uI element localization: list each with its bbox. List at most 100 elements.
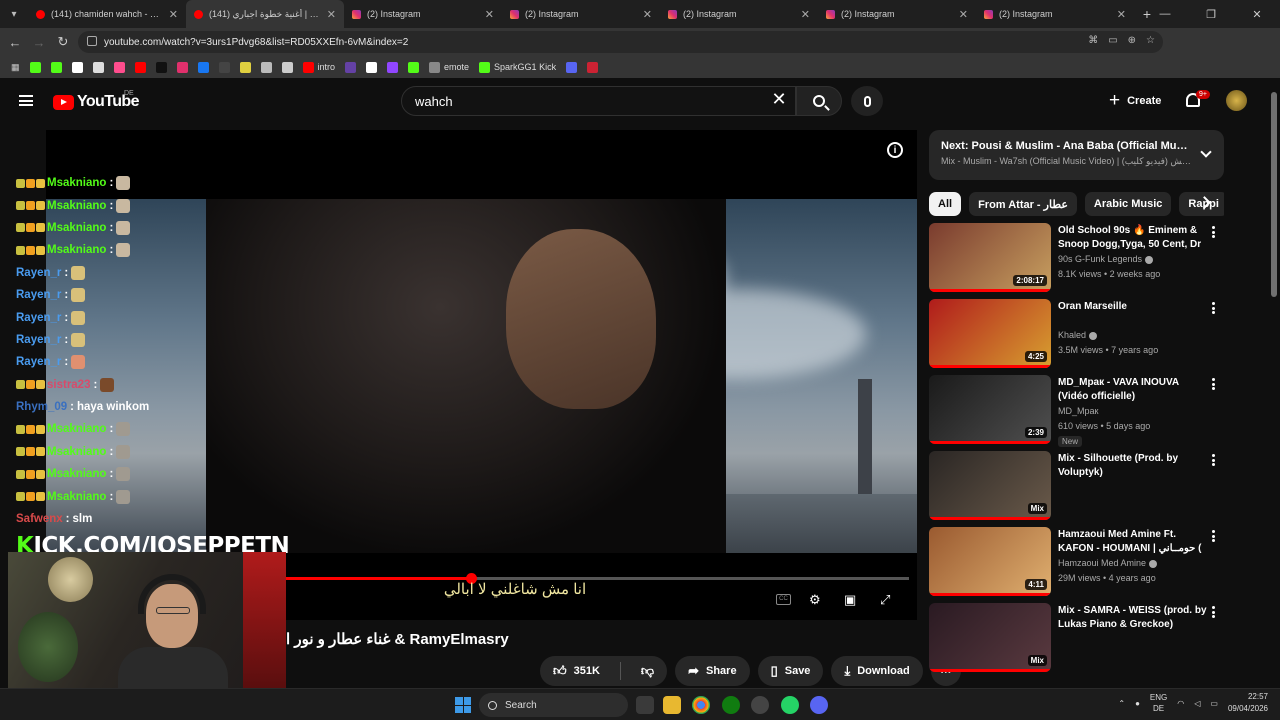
recommended-video[interactable]: 4:11 Hamzaoui Med Amine Ft. KAFON - HOUMA… [929, 526, 1229, 602]
bookmark-item[interactable] [342, 58, 359, 76]
dislike-button[interactable]: 👎︎ [628, 656, 667, 686]
browser-tab[interactable]: (2) Instagram ✕ [344, 0, 502, 28]
bookmark-item[interactable] [69, 58, 86, 76]
closed-captions-icon[interactable]: CC [776, 594, 791, 605]
more-vertical-icon[interactable] [1212, 302, 1215, 314]
channel-name[interactable]: 90s G-Funk Legends [1058, 254, 1208, 264]
zoom-icon[interactable]: ⊕ [1128, 35, 1136, 46]
close-tab-icon[interactable]: ✕ [485, 8, 494, 21]
close-tab-icon[interactable]: ✕ [169, 8, 178, 21]
bookmark-item[interactable] [153, 58, 170, 76]
bookmark-item[interactable]: emote [426, 58, 472, 76]
volume-icon[interactable]: ◁ [1194, 699, 1200, 708]
recommended-video[interactable]: 2:08:17 Old School 90s 🔥 Eminem & Snoop D… [929, 222, 1229, 298]
close-window-button[interactable]: ✕ [1234, 0, 1280, 28]
voice-search-button[interactable] [851, 86, 883, 116]
filter-chip[interactable]: From Attar - عطار [969, 192, 1077, 216]
battery-icon[interactable]: ▭ [1210, 699, 1218, 708]
windows-start-icon[interactable] [455, 697, 471, 713]
chevron-down-icon[interactable] [1200, 146, 1212, 158]
video-title[interactable]: Mix - SAMRA - WEISS (prod. by Lukas Pian… [1058, 604, 1208, 632]
video-title[interactable]: Hamzaoui Med Amine Ft. KAFON - HOUMANI |… [1058, 528, 1208, 557]
bookmark-item[interactable] [258, 58, 275, 76]
browser-tab[interactable]: (141) أغنية خطوة اجباري | gbary ✕ [186, 0, 344, 28]
recommended-video[interactable]: 2:39 MD_Мрак - VAVA INOUVA (Vidéo officie… [929, 374, 1229, 450]
apps-grid-icon[interactable]: ▦ [8, 58, 23, 76]
menu-icon[interactable] [19, 95, 33, 106]
search-button[interactable] [796, 86, 842, 116]
filter-chip[interactable]: Arabic Music [1084, 192, 1172, 216]
site-info-icon[interactable] [87, 36, 97, 46]
video-title[interactable]: Old School 90s 🔥 Eminem & Snoop Dogg,Tyg… [1058, 224, 1208, 253]
bookmark-item[interactable] [48, 58, 65, 76]
forward-button[interactable]: → [27, 35, 51, 50]
bookmark-item[interactable] [384, 58, 401, 76]
settings-gear-icon[interactable]: ⚙ [809, 592, 821, 608]
maximize-button[interactable]: ❐ [1188, 0, 1234, 28]
chrome-icon[interactable] [692, 696, 710, 714]
video-title[interactable]: MD_Мрак - VAVA INOUVA (Vidéo officielle) [1058, 376, 1208, 404]
browser-tab[interactable]: (2) Instagram ✕ [660, 0, 818, 28]
bookmark-item[interactable] [195, 58, 212, 76]
video-title[interactable]: Oran Marseille [1058, 300, 1208, 314]
more-vertical-icon[interactable] [1212, 226, 1215, 238]
miniplayer-icon[interactable]: ▣ [844, 592, 856, 608]
bookmark-item[interactable] [216, 58, 233, 76]
video-title[interactable]: Mix - Silhouette (Prod. by Voluptyk) [1058, 452, 1208, 480]
bookmark-item[interactable] [363, 58, 380, 76]
browser-tab[interactable]: (141) chamiden wahch - YouTube ✕ [28, 0, 186, 28]
back-button[interactable]: ← [3, 35, 27, 50]
task-view-icon[interactable] [636, 696, 654, 714]
bookmark-item[interactable] [132, 58, 149, 76]
filter-chip[interactable]: All [929, 192, 962, 216]
bookmark-item[interactable] [237, 58, 254, 76]
browser-tab[interactable]: (2) Instagram ✕ [818, 0, 976, 28]
video-thumbnail[interactable]: Mix [929, 451, 1051, 520]
reload-button[interactable]: ↻ [51, 34, 75, 50]
page-scrollbar[interactable] [1271, 92, 1277, 297]
playlist-next-card[interactable]: Next: Pousi & Muslim - Ana Baba (Officia… [929, 130, 1224, 180]
create-button[interactable]: + Create [1103, 88, 1169, 114]
wifi-icon[interactable]: ◠ [1177, 699, 1184, 708]
obs-icon[interactable] [751, 696, 769, 714]
close-tab-icon[interactable]: ✕ [1117, 8, 1126, 21]
bookmark-item[interactable]: intro [300, 58, 339, 76]
video-thumbnail[interactable]: Mix [929, 603, 1051, 672]
channel-name[interactable]: MD_Мрак [1058, 406, 1208, 416]
fullscreen-icon[interactable]: ⤢ [880, 592, 890, 608]
language-indicator[interactable]: ENG DE [1150, 692, 1167, 714]
video-thumbnail[interactable]: 4:25 [929, 299, 1051, 368]
bookmark-item[interactable] [27, 58, 44, 76]
account-avatar[interactable] [1226, 90, 1247, 111]
clear-search-icon[interactable]: ✕ [767, 89, 791, 110]
video-thumbnail[interactable]: 2:08:17 [929, 223, 1051, 292]
tab-search-icon[interactable]: ▾ [0, 0, 28, 28]
bookmark-item[interactable] [563, 58, 580, 76]
bookmark-item[interactable] [279, 58, 296, 76]
bookmark-item[interactable] [111, 58, 128, 76]
more-vertical-icon[interactable] [1212, 530, 1215, 542]
minimize-button[interactable]: — [1142, 0, 1188, 28]
more-vertical-icon[interactable] [1212, 454, 1215, 466]
file-explorer-icon[interactable] [663, 696, 681, 714]
browser-tab[interactable]: (2) Instagram ✕ [502, 0, 660, 28]
like-button[interactable]: 👍︎ 351K [540, 656, 613, 686]
clock[interactable]: 22:57 09/04/2026 [1228, 691, 1268, 715]
translate-icon[interactable]: ⌘ [1088, 35, 1098, 46]
download-button[interactable]: ⤓ Download [831, 656, 923, 686]
close-tab-icon[interactable]: ✕ [801, 8, 810, 21]
recommended-video[interactable]: Mix Mix - Silhouette (Prod. by Voluptyk) [929, 450, 1229, 526]
youtube-logo[interactable]: YouTube DE [53, 90, 139, 111]
taskbar-search[interactable]: Search [479, 693, 628, 717]
channel-name[interactable]: Hamzaoui Med Amine [1058, 558, 1208, 568]
mic-tray-icon[interactable]: ● [1135, 699, 1140, 708]
xbox-icon[interactable] [722, 696, 740, 714]
bookmark-item[interactable]: SparkGG1 Kick [476, 58, 559, 76]
bookmark-item[interactable] [90, 58, 107, 76]
close-tab-icon[interactable]: ✕ [643, 8, 652, 21]
close-tab-icon[interactable]: ✕ [959, 8, 968, 21]
tray-chevron-icon[interactable]: ⌃ [1118, 699, 1125, 708]
recommended-video[interactable]: 4:25 Oran Marseille Khaled 3.5M views • 7 y… [929, 298, 1229, 374]
bookmark-star-icon[interactable]: ☆ [1146, 35, 1155, 46]
recommended-video[interactable]: Mix Mix - SAMRA - WEISS (prod. by Lukas P… [929, 602, 1229, 678]
